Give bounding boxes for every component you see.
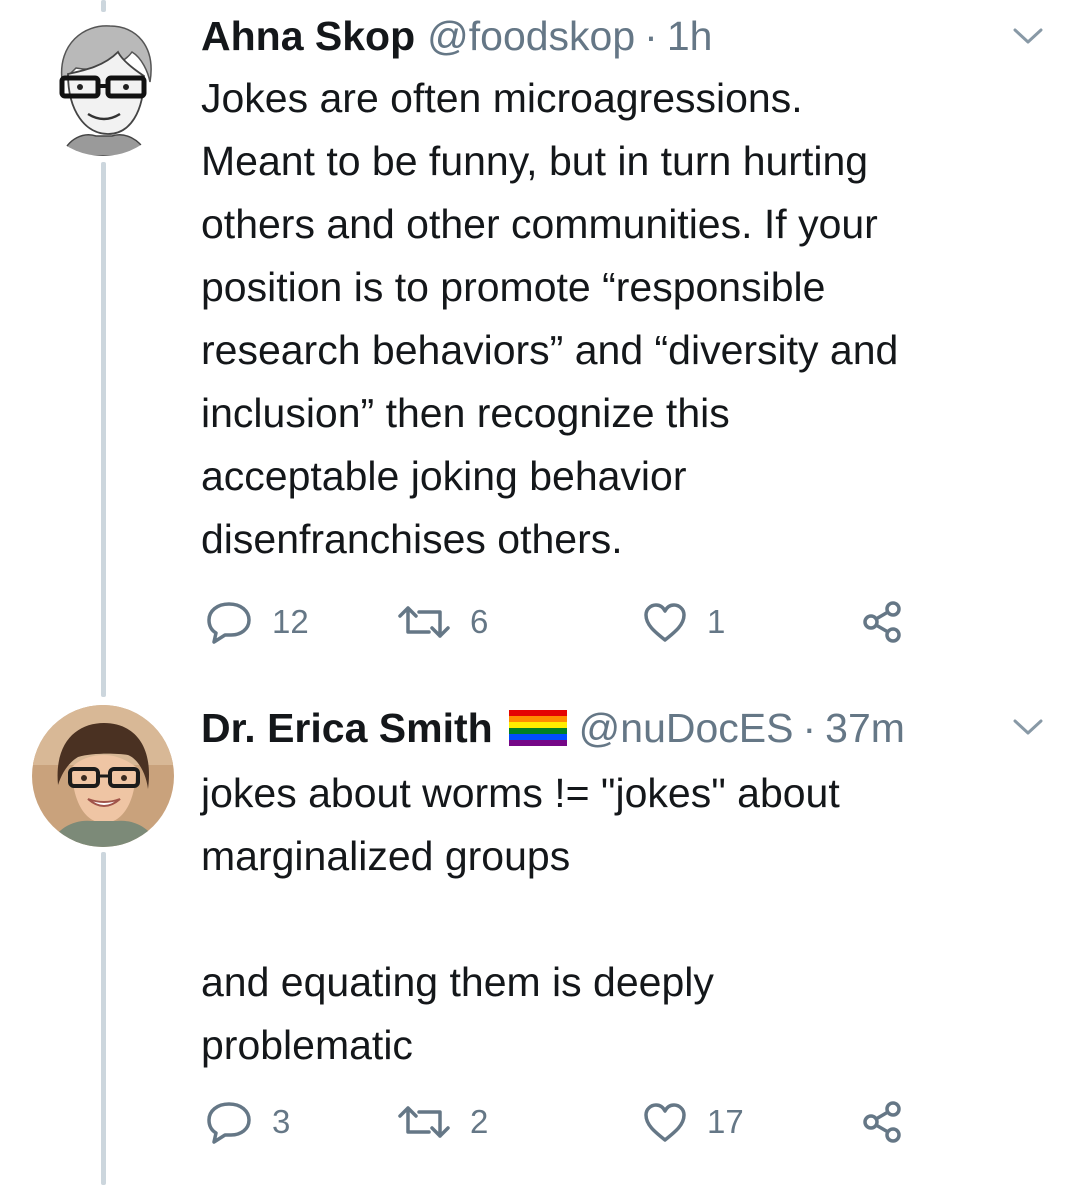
share-nodes-icon <box>860 1099 906 1145</box>
tweet-actions: 3 2 17 <box>201 1097 921 1147</box>
like-count: 1 <box>707 603 726 640</box>
retweet-button[interactable]: 2 <box>396 1097 488 1147</box>
heart-icon <box>641 600 689 644</box>
tweet-actions: 12 6 1 <box>201 597 921 647</box>
tweet-header: Dr. Erica Smith @nuDocES · 37m <box>201 698 970 758</box>
tweet[interactable]: Ahna Skop @foodskop · 1h Jokes are often… <box>0 0 1080 690</box>
user-handle[interactable]: @nuDocES <box>579 698 794 758</box>
timestamp[interactable]: 37m <box>825 698 905 758</box>
rainbow-flag-icon <box>508 708 567 748</box>
retweet-arrows-icon <box>396 602 452 642</box>
share-button[interactable] <box>860 597 906 647</box>
display-name[interactable]: Dr. Erica Smith <box>201 698 493 758</box>
retweet-count: 2 <box>470 1103 489 1140</box>
reply-count: 3 <box>272 1103 291 1140</box>
retweet-button[interactable]: 6 <box>396 597 488 647</box>
display-name[interactable]: Ahna Skop <box>201 6 415 66</box>
reply-button[interactable]: 12 <box>204 597 309 647</box>
chevron-down-icon[interactable] <box>1012 715 1044 739</box>
reply-count: 12 <box>272 603 309 640</box>
retweet-count: 6 <box>470 603 489 640</box>
avatar[interactable] <box>32 14 174 156</box>
tweet-header: Ahna Skop @foodskop · 1h <box>201 6 970 66</box>
separator: · <box>802 705 817 751</box>
tweet[interactable]: Dr. Erica Smith @nuDocES · 37m jokes abo… <box>0 695 1080 1185</box>
reply-button[interactable]: 3 <box>204 1097 290 1147</box>
tweet-text: jokes about worms != "jokes" about margi… <box>201 770 840 1068</box>
tweet-thread: Ahna Skop @foodskop · 1h Jokes are often… <box>0 0 1080 1185</box>
speech-bubble-icon <box>204 1099 254 1145</box>
separator: · <box>644 13 658 59</box>
like-button[interactable]: 1 <box>641 597 725 647</box>
heart-icon <box>641 1100 689 1144</box>
timestamp[interactable]: 1h <box>667 6 713 66</box>
retweet-arrows-icon <box>396 1102 452 1142</box>
like-button[interactable]: 17 <box>641 1097 744 1147</box>
share-button[interactable] <box>860 1097 906 1147</box>
speech-bubble-icon <box>204 599 254 645</box>
share-nodes-icon <box>860 599 906 645</box>
avatar[interactable] <box>32 705 174 847</box>
user-handle[interactable]: @foodskop <box>427 6 635 66</box>
like-count: 17 <box>707 1103 744 1140</box>
tweet-text: Jokes are often microagressions. Meant t… <box>201 75 899 562</box>
chevron-down-icon[interactable] <box>1012 24 1044 48</box>
